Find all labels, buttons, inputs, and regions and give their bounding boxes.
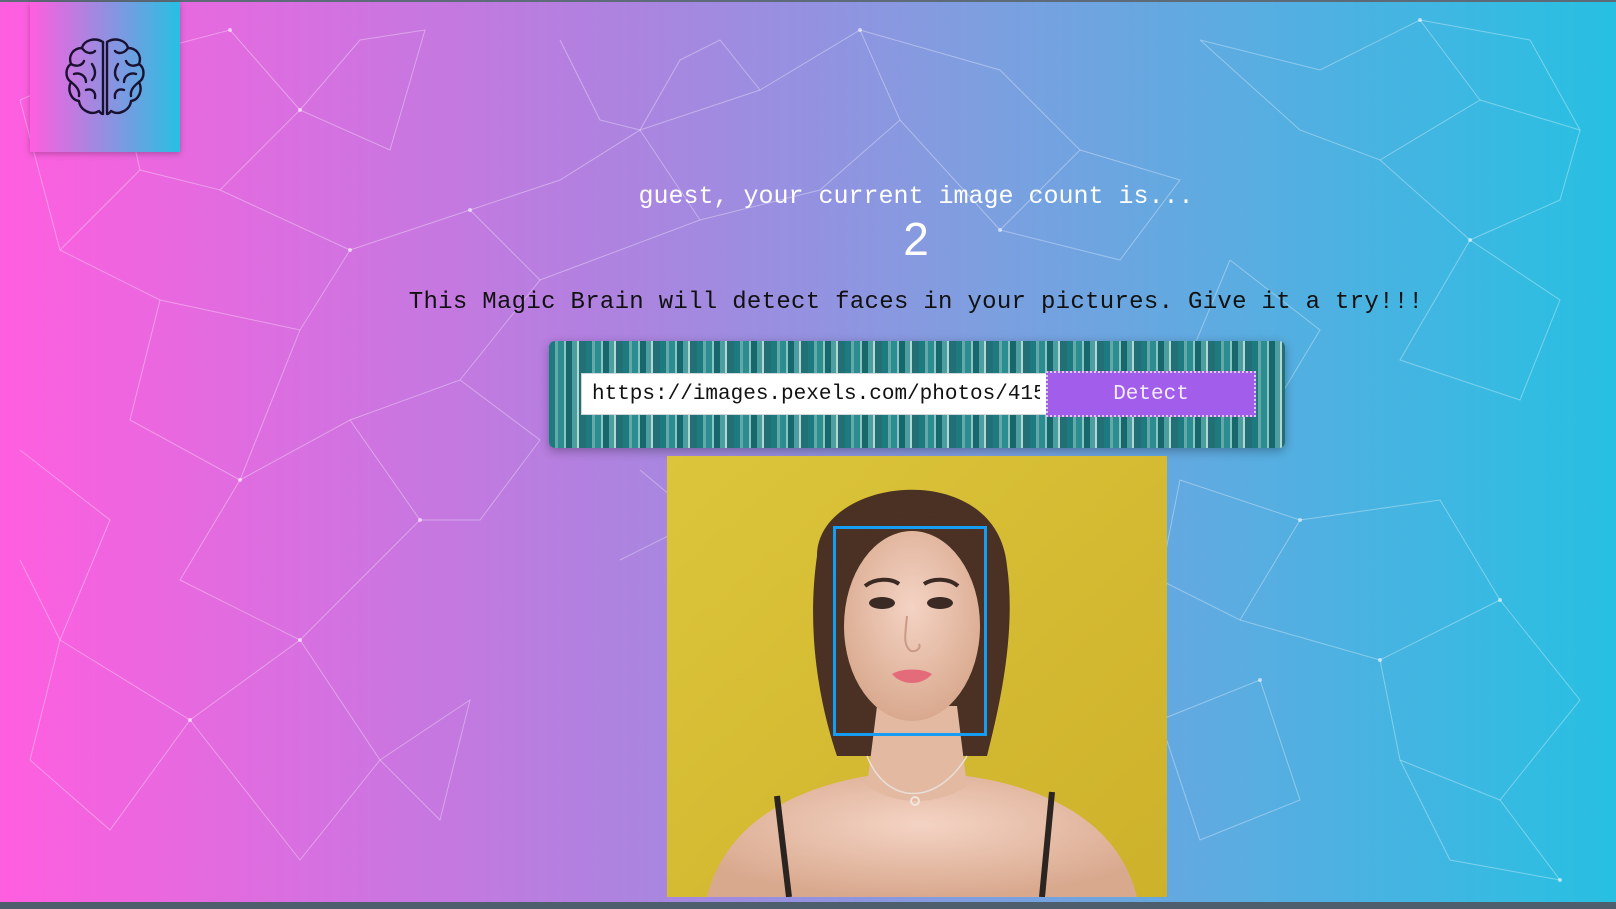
- brain-icon: [65, 38, 145, 116]
- rank-text: guest, your current image count is...: [638, 182, 1194, 211]
- intro-text: This Magic Brain will detect faces in yo…: [408, 289, 1424, 316]
- image-link-form: Detect: [549, 341, 1285, 448]
- image-url-input[interactable]: [581, 373, 1051, 415]
- detected-image: [667, 456, 1167, 897]
- face-bounding-box: [833, 526, 987, 736]
- detect-button[interactable]: Detect: [1046, 371, 1256, 417]
- image-count: 2: [903, 213, 929, 265]
- window-bottom-border: [0, 902, 1616, 909]
- logo-tile: [30, 2, 180, 152]
- rank-section: guest, your current image count is... 2: [0, 180, 1616, 264]
